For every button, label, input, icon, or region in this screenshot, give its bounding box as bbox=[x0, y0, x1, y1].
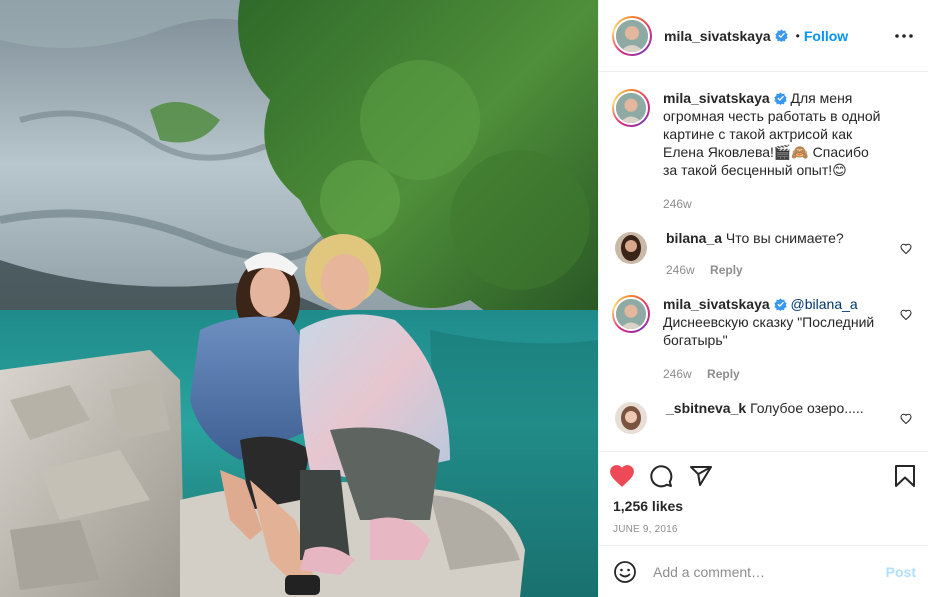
heart-filled-icon bbox=[610, 465, 634, 487]
comment-item: _sbitneva_k Голубое озеро..... bbox=[612, 399, 916, 437]
caption-username[interactable]: mila_sivatskaya bbox=[663, 90, 770, 106]
follow-button[interactable]: Follow bbox=[804, 28, 848, 44]
avatar-image bbox=[616, 93, 646, 123]
caption: mila_sivatskaya Для меня огромная честь … bbox=[612, 89, 916, 213]
comment-item: mila_sivatskaya @bilana_a Диснеевскую ск… bbox=[612, 295, 916, 383]
separator-dot: • bbox=[795, 28, 800, 43]
avatar-image bbox=[616, 299, 646, 329]
comment-bubble-icon bbox=[650, 465, 673, 488]
verified-badge-icon bbox=[773, 298, 787, 311]
comment-username[interactable]: mila_sivatskaya bbox=[663, 296, 770, 312]
post-comment-button[interactable]: Post bbox=[886, 564, 916, 580]
comment-mention[interactable]: @bilana_a bbox=[791, 296, 858, 312]
author-avatar[interactable] bbox=[612, 15, 652, 56]
verified-badge-icon bbox=[774, 29, 788, 42]
comment-item: bilana_a Что вы снимаете? 246w Reply bbox=[612, 229, 916, 279]
caption-avatar[interactable] bbox=[612, 89, 650, 127]
save-button[interactable] bbox=[876, 456, 916, 496]
heart-outline-icon[interactable] bbox=[900, 243, 912, 255]
add-comment-bar: Post bbox=[599, 545, 928, 597]
comment-body: _sbitneva_k Голубое озеро..... bbox=[666, 399, 916, 417]
comment-time[interactable]: 246w bbox=[663, 367, 692, 381]
heart-outline-icon[interactable] bbox=[900, 309, 912, 321]
more-dots-icon bbox=[895, 33, 913, 38]
comment-text: Диснеевскую сказку "Последний богатырь" bbox=[663, 314, 875, 348]
comment-input[interactable] bbox=[653, 563, 886, 580]
comment-body: bilana_a Что вы снимаете? 246w Reply bbox=[666, 229, 916, 279]
avatar-image bbox=[615, 232, 647, 264]
caption-meta: 246w bbox=[663, 195, 884, 213]
heart-outline-icon[interactable] bbox=[900, 413, 912, 425]
caption-time[interactable]: 246w bbox=[663, 197, 692, 211]
avatar-image bbox=[615, 402, 647, 434]
paper-plane-icon bbox=[690, 466, 712, 486]
post-header: mila_sivatskaya • Follow bbox=[599, 0, 928, 72]
comment-meta: 246w Reply bbox=[663, 365, 884, 383]
comment-text: Что вы снимаете? bbox=[725, 230, 844, 246]
action-icons-row bbox=[609, 452, 916, 500]
smiley-icon[interactable] bbox=[613, 560, 637, 584]
avatar-photo bbox=[614, 297, 648, 331]
comment-avatar[interactable] bbox=[612, 295, 650, 333]
reply-button[interactable]: Reply bbox=[707, 367, 740, 381]
post-date[interactable]: JUNE 9, 2016 bbox=[609, 524, 916, 535]
comment-avatar[interactable] bbox=[615, 232, 647, 264]
post-side-panel: mila_sivatskaya • Follow mila_sivatskaya… bbox=[598, 0, 928, 597]
photo-illustration bbox=[0, 0, 598, 597]
avatar-photo bbox=[614, 91, 648, 125]
comments-list[interactable]: mila_sivatskaya Для меня огромная честь … bbox=[599, 73, 928, 451]
more-options-icon[interactable] bbox=[892, 24, 916, 48]
comment-avatar[interactable] bbox=[615, 402, 647, 434]
comment-username[interactable]: bilana_a bbox=[666, 230, 722, 246]
comment-body: mila_sivatskaya @bilana_a Диснеевскую ск… bbox=[663, 295, 916, 383]
caption-body: mila_sivatskaya Для меня огромная честь … bbox=[663, 89, 916, 213]
comment-meta: 246w Reply bbox=[666, 261, 884, 279]
verified-badge-icon bbox=[773, 92, 787, 105]
author-username[interactable]: mila_sivatskaya bbox=[664, 28, 771, 44]
comment-button[interactable] bbox=[649, 456, 689, 496]
likes-count[interactable]: 1,256 likes bbox=[609, 498, 916, 514]
comment-text: Голубое озеро..... bbox=[750, 400, 864, 416]
avatar-image bbox=[616, 19, 648, 52]
instagram-post: mila_sivatskaya • Follow mila_sivatskaya… bbox=[0, 0, 928, 597]
like-button[interactable] bbox=[609, 456, 649, 496]
reply-button[interactable]: Reply bbox=[710, 263, 743, 277]
post-actions: 1,256 likes JUNE 9, 2016 bbox=[599, 451, 928, 535]
comment-time[interactable]: 246w bbox=[666, 263, 695, 277]
bookmark-icon bbox=[895, 465, 915, 487]
avatar-photo bbox=[614, 17, 650, 54]
comment-username[interactable]: _sbitneva_k bbox=[666, 400, 746, 416]
post-photo[interactable] bbox=[0, 0, 598, 597]
share-button[interactable] bbox=[689, 456, 729, 496]
